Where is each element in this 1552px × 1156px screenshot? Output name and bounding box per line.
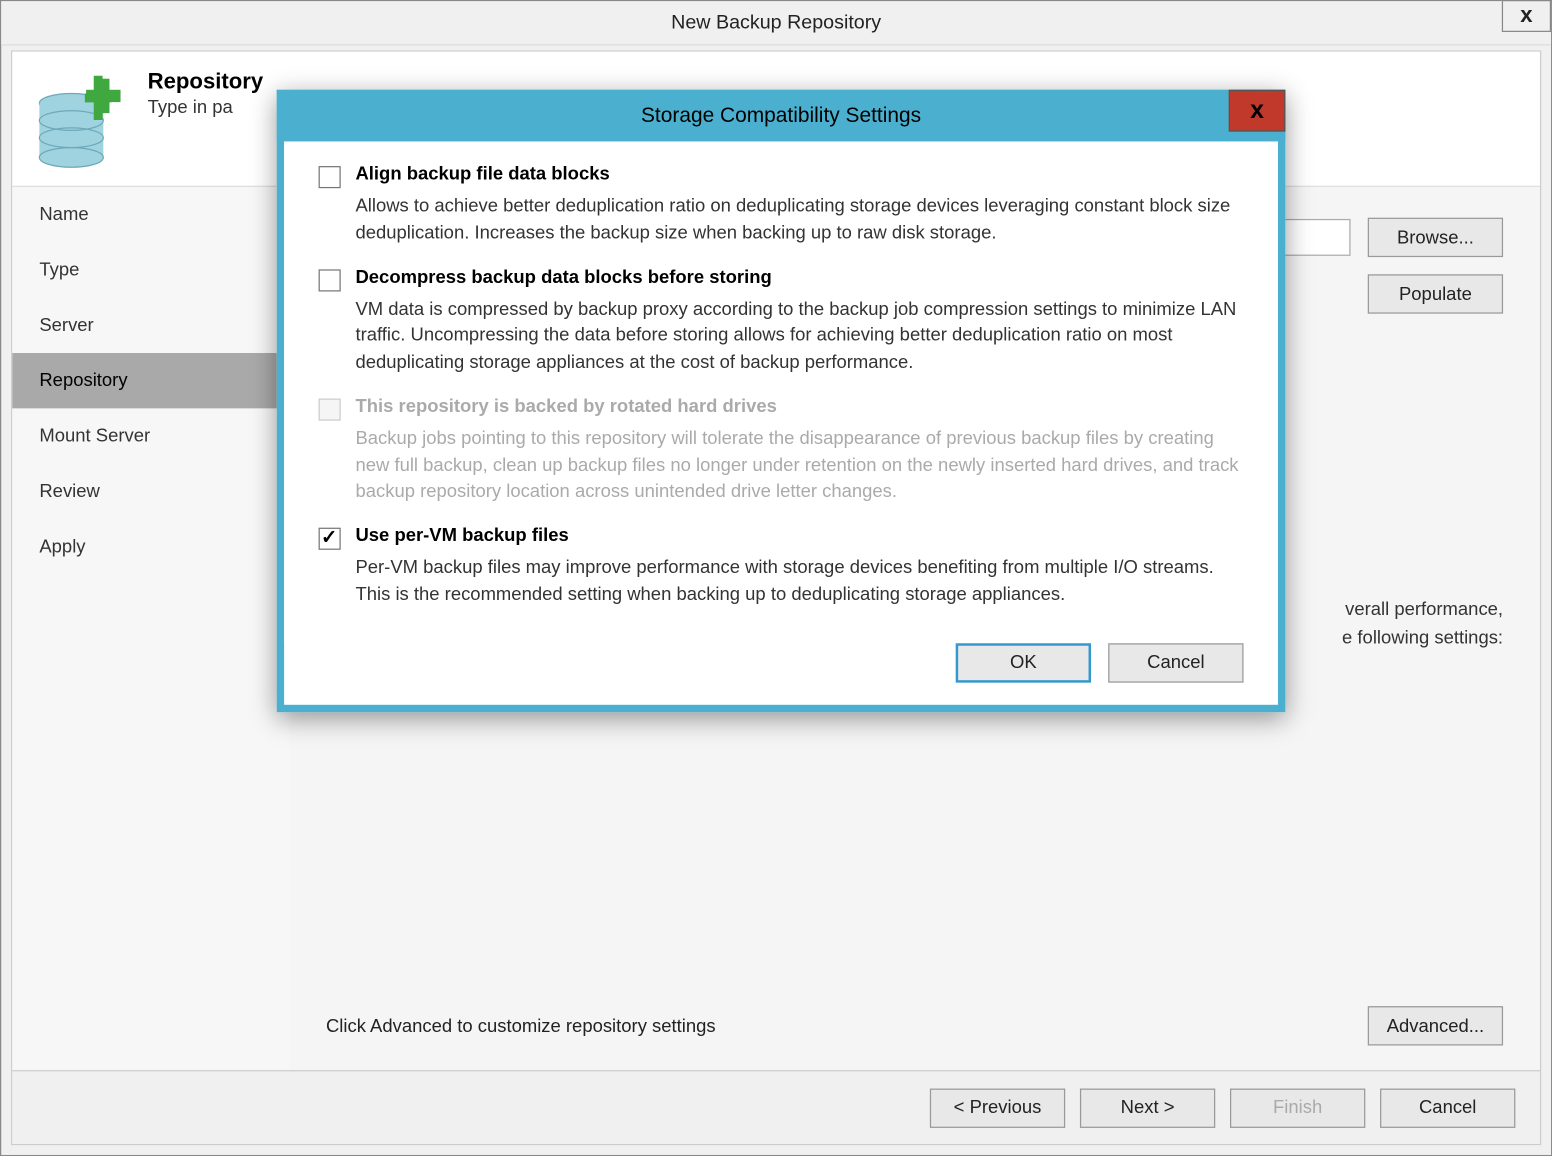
desc-decompress: VM data is compressed by backup proxy ac… — [355, 296, 1243, 376]
storage-compatibility-dialog: Storage Compatibility Settings x Align b… — [277, 90, 1286, 712]
window-title-bar: New Backup Repository x — [1, 1, 1551, 45]
option-align-blocks: Align backup file data blocks Allows to … — [319, 164, 1244, 247]
finish-button: Finish — [1230, 1088, 1365, 1127]
wizard-footer: < Previous Next > Finish Cancel — [12, 1070, 1540, 1144]
option-per-vm: Use per-VM backup files Per-VM backup fi… — [319, 525, 1244, 608]
populate-button[interactable]: Populate — [1368, 274, 1503, 313]
nav-item-apply[interactable]: Apply — [12, 519, 289, 574]
checkbox-rotated-drives — [319, 398, 341, 420]
option-decompress: Decompress backup data blocks before sto… — [319, 266, 1244, 376]
desc-per-vm: Per-VM backup files may improve performa… — [355, 555, 1243, 609]
advanced-hint: Click Advanced to customize repository s… — [326, 1015, 716, 1036]
nav-item-server[interactable]: Server — [12, 298, 289, 353]
checkbox-decompress[interactable] — [319, 269, 341, 291]
nav-item-mount-server[interactable]: Mount Server — [12, 408, 289, 463]
window-title: New Backup Repository — [671, 12, 881, 33]
next-button[interactable]: Next > — [1080, 1088, 1215, 1127]
label-align-blocks: Align backup file data blocks — [355, 164, 609, 185]
label-rotated-drives: This repository is backed by rotated har… — [355, 396, 776, 417]
desc-rotated-drives: Backup jobs pointing to this repository … — [355, 425, 1243, 505]
desc-align-blocks: Allows to achieve better deduplication r… — [355, 193, 1243, 247]
wizard-nav: Name Type Server Repository Mount Server… — [12, 187, 289, 1070]
nav-item-type[interactable]: Type — [12, 242, 289, 297]
repository-icon — [30, 74, 128, 172]
previous-button[interactable]: < Previous — [930, 1088, 1065, 1127]
nav-item-review[interactable]: Review — [12, 464, 289, 519]
advanced-button[interactable]: Advanced... — [1368, 1006, 1503, 1045]
label-per-vm: Use per-VM backup files — [355, 525, 568, 546]
label-decompress: Decompress backup data blocks before sto… — [355, 266, 771, 287]
dialog-footer: OK Cancel — [284, 643, 1278, 705]
checkbox-per-vm[interactable] — [319, 528, 341, 550]
dialog-title-bar: Storage Compatibility Settings x — [277, 90, 1286, 142]
ok-button[interactable]: OK — [956, 643, 1091, 682]
dialog-cancel-button[interactable]: Cancel — [1108, 643, 1243, 682]
nav-item-name[interactable]: Name — [12, 187, 289, 242]
window-close-button[interactable]: x — [1502, 0, 1551, 32]
browse-button[interactable]: Browse... — [1368, 218, 1503, 257]
nav-item-repository[interactable]: Repository — [12, 353, 289, 408]
dialog-title: Storage Compatibility Settings — [641, 103, 921, 126]
dialog-close-button[interactable]: x — [1229, 90, 1286, 132]
dialog-body: Align backup file data blocks Allows to … — [284, 141, 1278, 642]
cancel-button[interactable]: Cancel — [1380, 1088, 1515, 1127]
option-rotated-drives: This repository is backed by rotated har… — [319, 396, 1244, 506]
checkbox-align-blocks[interactable] — [319, 166, 341, 188]
